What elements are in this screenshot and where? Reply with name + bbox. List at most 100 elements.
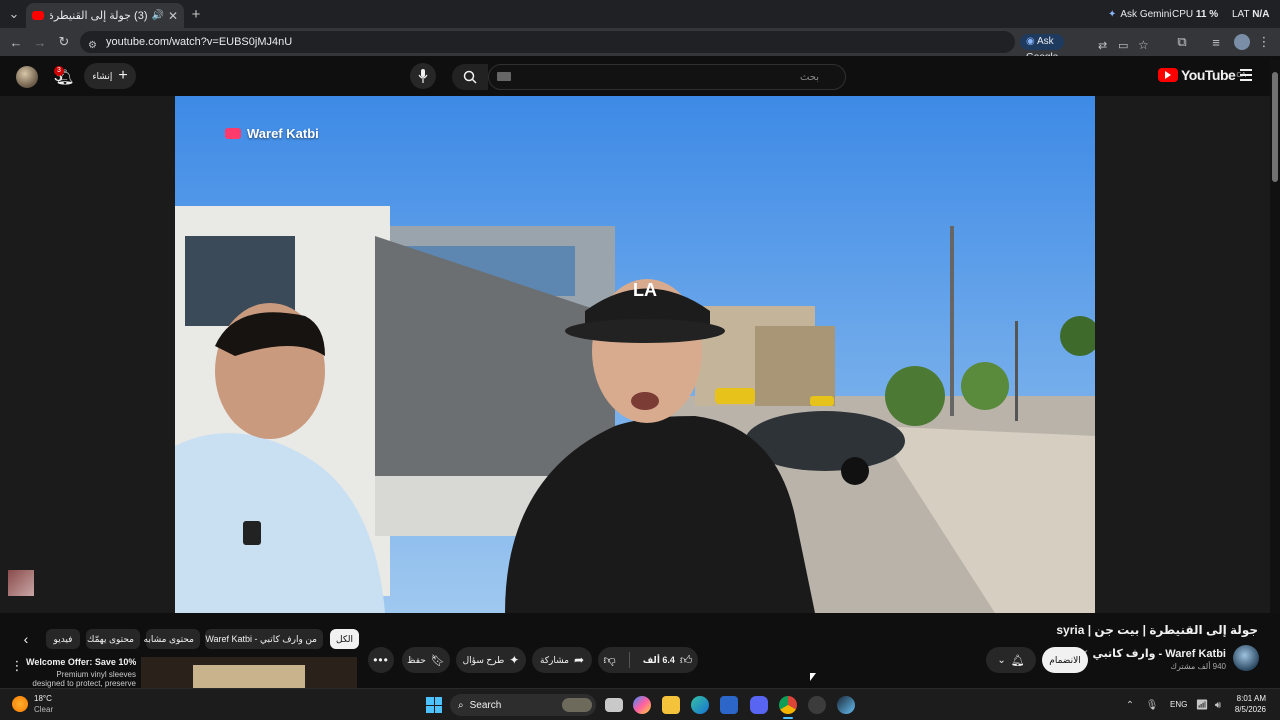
voice-search-button[interactable] [410,63,436,89]
ask-gemini-label: Ask Gemini [1120,8,1172,20]
clock-date: 8/5/2026 [1234,705,1266,714]
tab-list-chevron-icon[interactable]: ⌄ [6,6,22,22]
chip-for-you[interactable]: محتوى يهمّك [86,629,140,649]
address-bar[interactable]: ⚙ youtube.com/watch?v=EUBS0jMJ4nU ◉ Ask … [80,31,1149,63]
gemini-icon: ✦ [1108,8,1117,20]
search-icon [463,70,477,84]
taskbar-search-box[interactable]: ⌕ Search [450,694,596,716]
share-button[interactable]: مشاركة ➦ [532,647,592,673]
mail-icon[interactable] [720,696,738,714]
share-arrow-icon: ➦ [574,653,585,667]
ask-gemini-button[interactable]: ✦ Ask Gemini [1108,6,1172,22]
cpu-value: 11 % [1195,9,1219,20]
google-lens-icon: ◉ [1026,36,1035,47]
back-arrow-icon[interactable]: ← [8,34,24,50]
mini-thumbnail[interactable] [8,570,34,596]
create-button[interactable]: إنشاء + [84,63,136,89]
new-tab-icon[interactable]: + [188,6,204,23]
reload-icon[interactable]: ↻ [56,34,72,50]
dislike-icon[interactable]: 👎︎ [604,653,616,668]
chip-related[interactable]: محتوى مشابه [144,629,200,649]
subscriber-count: 940 ألف مشترك [1170,662,1226,671]
volume-icon[interactable]: 🔊︎ [1212,697,1224,713]
chip-all[interactable]: الكل [330,629,360,649]
chip-videos[interactable]: فيديو [46,629,80,649]
edge-browser-icon[interactable] [691,696,709,714]
svg-text:LA: LA [633,280,657,300]
wifi-icon[interactable]: 📶︎ [1196,697,1209,713]
search-button[interactable] [452,64,488,90]
channel-info: ✔ وارف كاتبي - Waref Katbi 940 ألف مشترك [1081,647,1226,671]
clock[interactable]: 8:01 AM 8/5/2026 [1232,693,1266,715]
channel-avatar[interactable] [1233,645,1259,671]
save-label: حفظ [407,654,426,665]
search-input[interactable]: بحث [488,64,846,90]
promo-menu-icon[interactable]: ⋮ [11,658,24,673]
language-indicator[interactable]: ENG [1170,700,1187,709]
tab-title: (3) جولة إلى القنيطرة | بيت - [50,10,148,22]
clock-time: 8:01 AM [1236,694,1266,703]
like-icon[interactable]: 👍︎ [680,653,693,668]
tab-audio-icon[interactable]: 🔊 [151,10,163,21]
site-info-icon[interactable]: ⚙ [88,35,97,57]
tray-chevron-up-icon[interactable]: ⌃ [1124,697,1136,713]
copilot-icon[interactable] [633,696,651,714]
more-horizontal-icon: ••• [373,653,389,667]
chevron-down-icon: ⌄ [997,654,1006,666]
like-count[interactable]: 6.4 ألف [643,655,675,666]
ask-google-button[interactable]: ◉ Ask Google [1020,34,1065,63]
share-label: مشاركة [539,654,569,665]
taskbar-search-icon: ⌕ [458,699,464,711]
subscription-bell-button[interactable]: ⌄ 🔔︎ [986,647,1036,673]
ask-button[interactable]: طرح سؤال ✦ [456,647,526,673]
browser-menu-icon[interactable]: ⋮ [1258,34,1271,50]
youtube-header: 🔔︎ 3 إنشاء + بحث YouTube CA [0,56,1280,96]
account-avatar[interactable] [16,66,38,88]
lat-indicator: LAT N/A [1232,9,1269,20]
extensions-icon[interactable]: ⧉ [1174,34,1190,50]
reading-list-icon[interactable]: ≡ [1208,34,1224,50]
translate-icon[interactable]: ⇄ [1098,35,1107,57]
keyboard-icon[interactable] [497,72,511,81]
ask-label: طرح سؤال [462,654,505,665]
youtube-play-icon [1158,68,1178,82]
chips-prev-chevron-icon[interactable]: ‹ [18,631,34,647]
page-scrollbar[interactable] [1270,60,1280,688]
channel-name[interactable]: وارف كاتبي - Waref Katbi [1092,647,1226,660]
save-button[interactable]: حفظ 🔖︎ [402,647,450,673]
video-player[interactable]: LA Waref Katbi [175,96,1095,613]
guide-menu-icon[interactable] [1240,69,1252,81]
channel-name-row[interactable]: ✔ وارف كاتبي - Waref Katbi [1081,647,1226,660]
github-icon[interactable] [808,696,826,714]
promo-thumbnail[interactable] [141,657,357,688]
weather-sun-icon [12,696,28,712]
promo-card[interactable]: Welcome Offer: Save 10% Premium vinyl sl… [26,657,136,688]
youtube-logo[interactable]: YouTube CA [1158,67,1246,83]
watermark-text: Waref Katbi [247,126,319,141]
weather-widget[interactable]: 18°C Clear [12,693,53,715]
below-video-section: جولة إلى القنيطرة | بيت جن | syria ✔ وار… [0,613,1280,688]
more-actions-button[interactable]: ••• [368,647,394,673]
sparkle-icon: ✦ [509,653,520,667]
mouse-cursor-icon [810,673,816,681]
browser-tab[interactable]: (3) جولة إلى القنيطرة | بيت - 🔊 ✕ [26,3,184,28]
url-text: youtube.com/watch?v=EUBS0jMJ4nU [106,36,293,48]
notification-badge: 3 [54,66,64,76]
join-button[interactable]: الانضمام [1042,647,1088,673]
lat-label: LAT [1232,9,1250,20]
chip-from-channel[interactable]: من وارف كاتبي - Waref Katbi [205,629,323,649]
discord-icon[interactable] [750,696,768,714]
forward-arrow-icon[interactable]: → [32,34,48,50]
bookmark-star-icon[interactable]: ☆ [1138,34,1149,56]
start-button[interactable] [426,697,442,713]
file-explorer-icon[interactable] [662,696,680,714]
browser-tab-strip: ⌄ (3) جولة إلى القنيطرة | بيت - 🔊 ✕ + ✦ … [0,0,1280,28]
chrome-icon[interactable] [779,696,797,714]
scrollbar-thumb[interactable] [1272,72,1278,182]
task-view-icon[interactable] [605,698,623,712]
steam-icon[interactable] [837,696,855,714]
tab-close-icon[interactable]: ✕ [168,9,178,23]
microphone-tray-icon[interactable]: 🎙︎ [1146,697,1159,713]
cast-icon[interactable]: ▭ [1118,35,1128,57]
profile-avatar[interactable] [1234,34,1250,50]
